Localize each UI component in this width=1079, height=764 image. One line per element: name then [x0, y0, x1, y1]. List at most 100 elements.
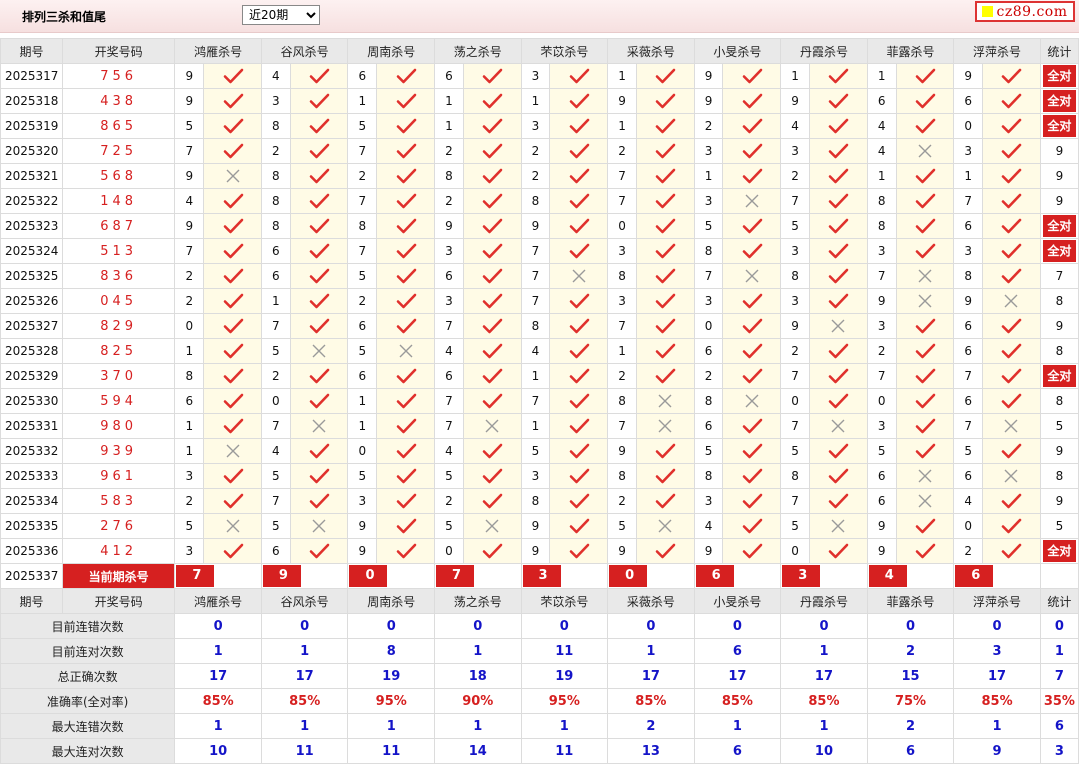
result-mark — [722, 238, 782, 264]
kill-number: 1 — [607, 113, 637, 139]
all-correct-badge: 全对 — [1042, 115, 1076, 137]
summary-value: 0 — [866, 613, 955, 639]
kill-number: 8 — [520, 488, 551, 514]
cross-icon — [745, 194, 759, 208]
check-icon — [829, 243, 849, 259]
result-mark — [376, 463, 435, 489]
draw-number: 513 — [61, 238, 176, 264]
header-stat: 统计 — [1039, 588, 1079, 614]
cross-icon — [831, 419, 845, 433]
kill-number: 9 — [347, 538, 378, 564]
check-icon — [309, 543, 330, 559]
result-mark — [982, 63, 1041, 89]
top-bar: 排列三杀和值尾 近20期 cz89.com — [0, 0, 1079, 33]
result-mark — [462, 213, 522, 239]
kill-number: 1 — [866, 63, 897, 89]
summary-stat: 6 — [1039, 713, 1079, 739]
header-expert: 芣苡杀号 — [520, 588, 609, 614]
kill-number: 1 — [434, 113, 464, 139]
result-mark — [289, 438, 349, 464]
check-icon — [655, 168, 676, 184]
table-row: 2025334 583 2 7 3 2 8 2 3 7 6 4 9 — [0, 488, 1079, 514]
check-icon — [309, 293, 330, 309]
result-mark — [982, 163, 1041, 189]
summary-label: 目前连对次数 — [0, 638, 176, 664]
check-icon — [569, 193, 590, 209]
kill-number: 3 — [780, 138, 811, 164]
result-mark — [895, 463, 955, 489]
result-mark — [203, 313, 262, 339]
result-mark — [895, 338, 955, 364]
result-mark — [895, 488, 955, 514]
current-kill-number: 7 — [436, 565, 474, 587]
cross-icon — [658, 394, 672, 408]
kill-number: 8 — [607, 463, 637, 489]
check-icon — [915, 318, 936, 334]
result-mark — [895, 438, 955, 464]
result-mark — [549, 413, 609, 439]
result-mark — [895, 238, 955, 264]
kill-number: 3 — [520, 63, 551, 89]
check-icon — [223, 318, 243, 334]
site-logo[interactable]: cz89.com — [975, 1, 1075, 22]
cross-icon — [918, 269, 932, 283]
kill-number: 7 — [520, 263, 551, 289]
table-row: 2025335 276 5 5 9 5 9 5 4 5 9 0 5 — [0, 513, 1079, 539]
table-row: 2025330 594 6 0 1 7 7 8 8 0 0 6 8 — [0, 388, 1079, 414]
header-draw: 开奖号码 — [61, 588, 176, 614]
result-mark — [549, 238, 609, 264]
result-mark — [462, 113, 522, 139]
kill-number: 9 — [174, 213, 205, 239]
header-draw: 开奖号码 — [61, 38, 176, 64]
result-mark — [722, 288, 782, 314]
check-icon — [915, 93, 936, 109]
kill-number: 9 — [607, 538, 637, 564]
check-icon — [1002, 93, 1022, 109]
summary-value: 2 — [607, 713, 695, 739]
result-mark — [895, 388, 955, 414]
kill-number: 8 — [260, 188, 291, 214]
summary-value: 19 — [520, 663, 609, 689]
check-icon — [396, 468, 416, 484]
kill-number: 2 — [174, 488, 205, 514]
summary-row: 目前连对次数 1 1 8 1 11 1 6 1 2 3 1 — [0, 638, 1079, 664]
header-expert: 荡之杀号 — [434, 588, 522, 614]
kill-number: 9 — [520, 538, 551, 564]
check-icon — [915, 368, 936, 384]
kill-number: 0 — [693, 313, 724, 339]
cross-icon — [1004, 469, 1018, 483]
kill-number: 8 — [607, 263, 637, 289]
summary-value: 0 — [260, 613, 349, 639]
check-icon — [829, 443, 849, 459]
kill-number: 2 — [780, 338, 811, 364]
row-stat: 全对 — [1039, 363, 1079, 389]
header-stat: 统计 — [1039, 38, 1079, 64]
check-icon — [742, 343, 763, 359]
result-mark — [635, 438, 695, 464]
draw-number: 980 — [61, 413, 176, 439]
summary-row: 最大连错次数 1 1 1 1 1 2 1 1 2 1 6 — [0, 713, 1079, 739]
kill-number: 0 — [780, 538, 811, 564]
result-mark — [462, 363, 522, 389]
kill-number: 9 — [434, 213, 464, 239]
result-mark — [722, 338, 782, 364]
table-row: 2025322 148 4 8 7 2 8 7 3 7 8 7 9 — [0, 188, 1079, 214]
kill-number: 7 — [780, 413, 811, 439]
result-mark — [289, 463, 349, 489]
kill-number: 6 — [866, 463, 897, 489]
check-icon — [742, 218, 763, 234]
kill-number: 3 — [866, 238, 897, 264]
kill-number: 4 — [866, 113, 897, 139]
summary-value: 85% — [693, 688, 782, 714]
result-mark — [462, 63, 522, 89]
period-select[interactable]: 近20期 — [242, 5, 320, 25]
current-kill-number: 0 — [349, 565, 388, 587]
kill-number: 7 — [347, 238, 378, 264]
check-icon — [482, 68, 503, 84]
check-icon — [396, 118, 416, 134]
current-kill-cell: 9 — [260, 563, 349, 589]
result-mark — [635, 313, 695, 339]
summary-value: 17 — [953, 663, 1041, 689]
kill-number: 2 — [607, 488, 637, 514]
check-icon — [482, 393, 503, 409]
